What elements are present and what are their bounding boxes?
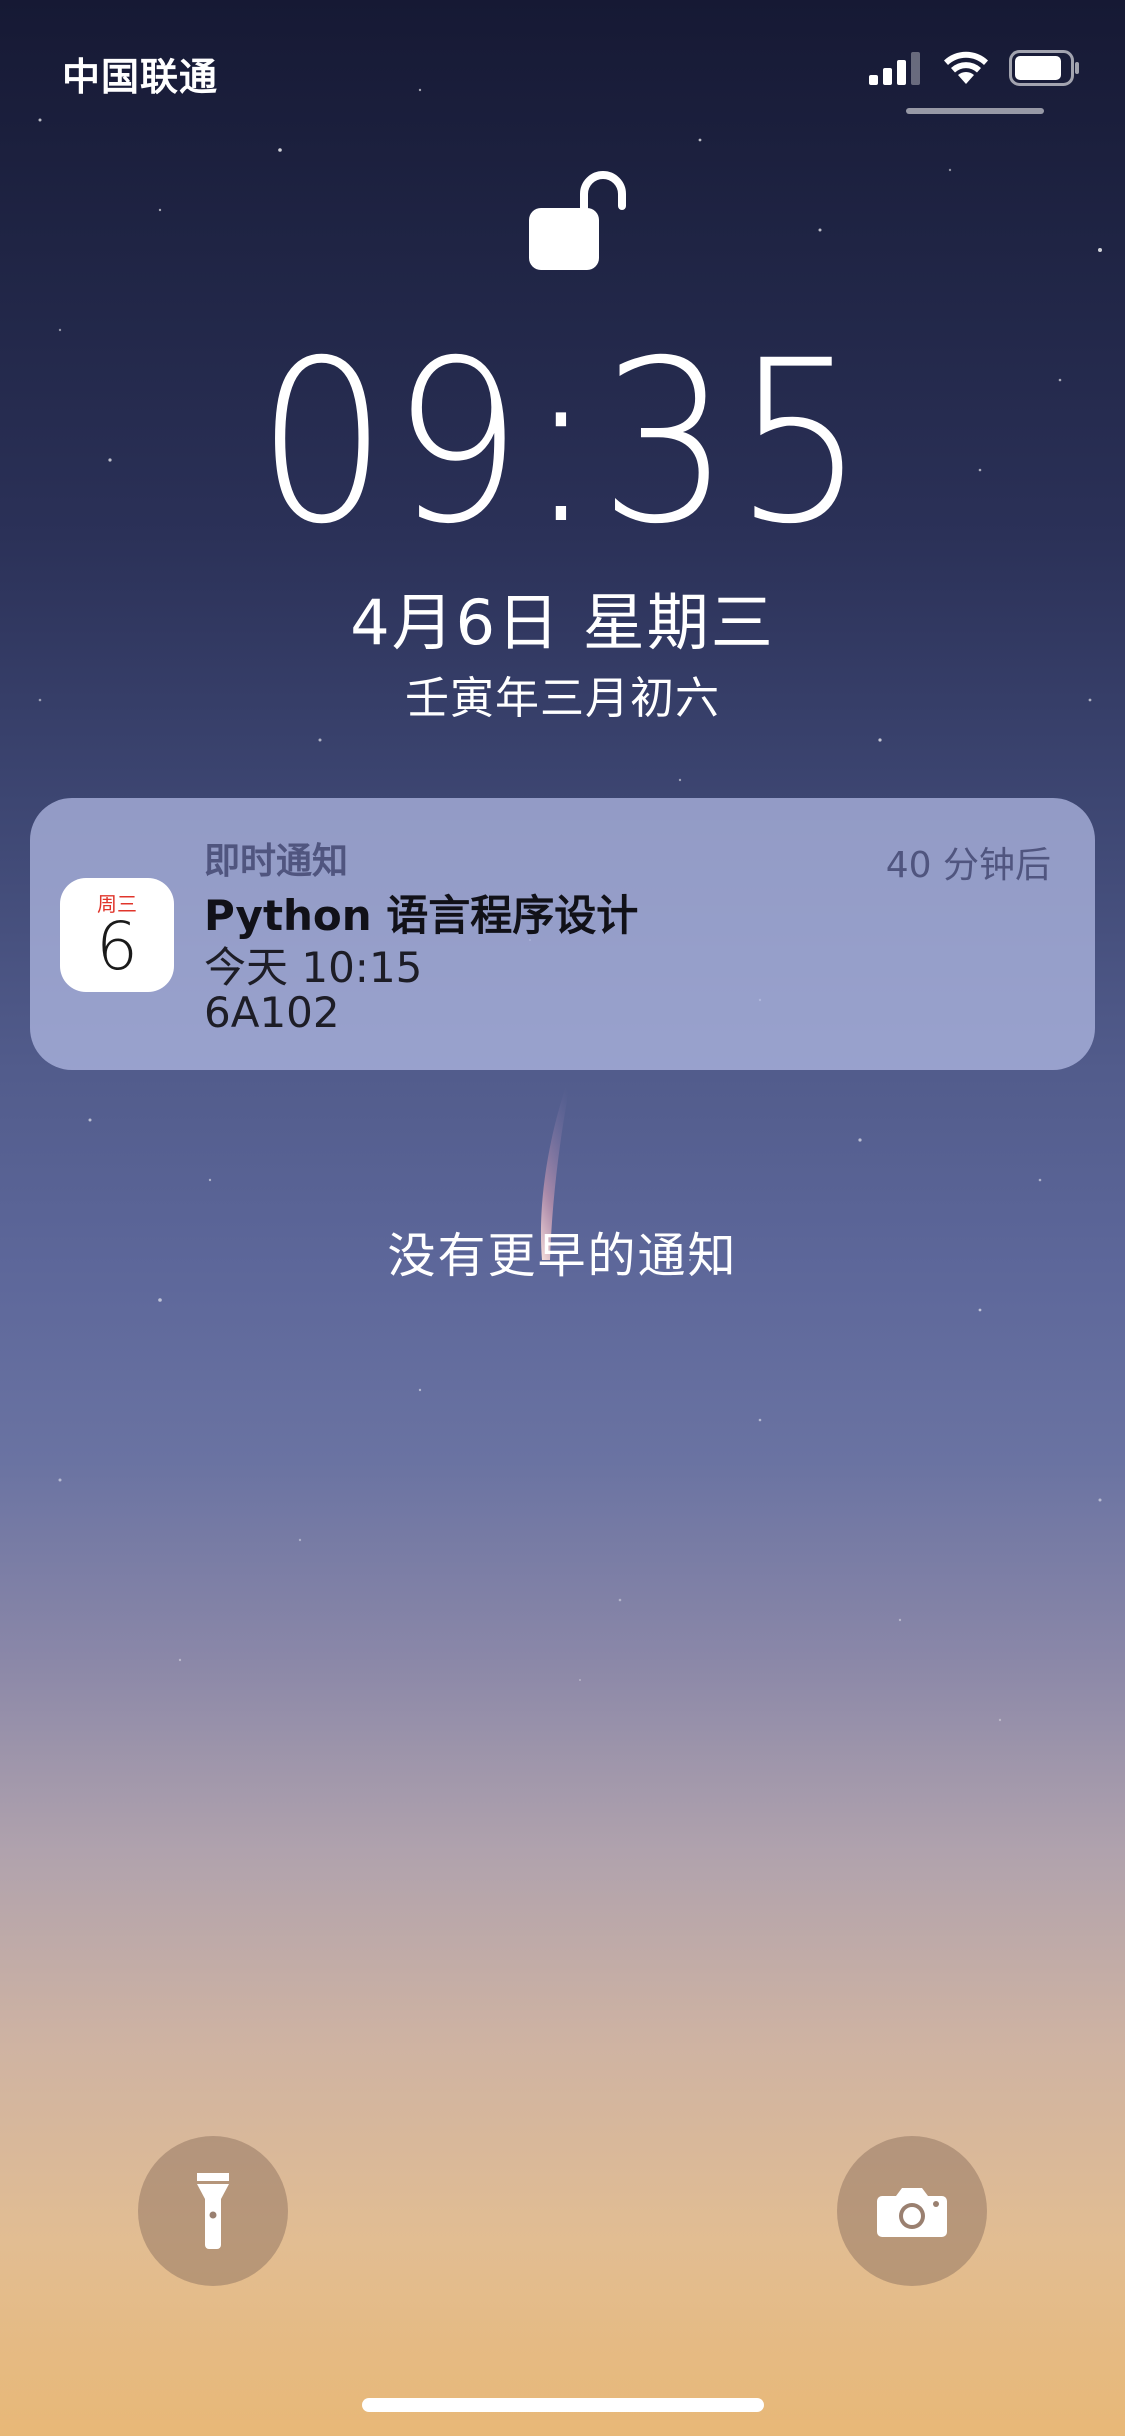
flashlight-icon	[197, 2173, 229, 2249]
notification-time: 40 分钟后	[885, 845, 1051, 886]
carrier-label: 中国联通	[62, 55, 219, 99]
status-icons	[869, 50, 1081, 86]
calendar-notification[interactable]: 周三 6 即时通知 40 分钟后 Python 语言程序设计 今天 10:15 …	[30, 798, 1095, 1070]
camera-button[interactable]	[837, 2136, 987, 2286]
no-older-notifications-label: 没有更早的通知	[387, 1228, 738, 1284]
calendar-icon: 周三 6	[60, 878, 174, 992]
calendar-icon-day: 6	[96, 908, 138, 985]
notification-app-name: 即时通知	[204, 841, 349, 882]
battery-icon	[1009, 50, 1079, 86]
lunar-date: 壬寅年三月初六	[405, 673, 720, 724]
notification-event-time: 今天 10:15	[204, 943, 423, 992]
home-indicator[interactable]	[362, 2398, 764, 2412]
notification-event-location: 6A102	[204, 988, 340, 1037]
lock-screen-date: 4月6日 星期三	[350, 586, 775, 659]
unlocked-padlock-icon	[529, 171, 626, 270]
lock-screen-time: 09:35	[256, 312, 869, 573]
wifi-icon	[944, 51, 988, 84]
control-center-indicator[interactable]	[906, 108, 1044, 114]
flashlight-button[interactable]	[138, 2136, 288, 2286]
camera-icon	[877, 2188, 947, 2237]
cellular-signal-icon	[869, 52, 920, 85]
status-bar: 中国联通	[0, 0, 1125, 130]
